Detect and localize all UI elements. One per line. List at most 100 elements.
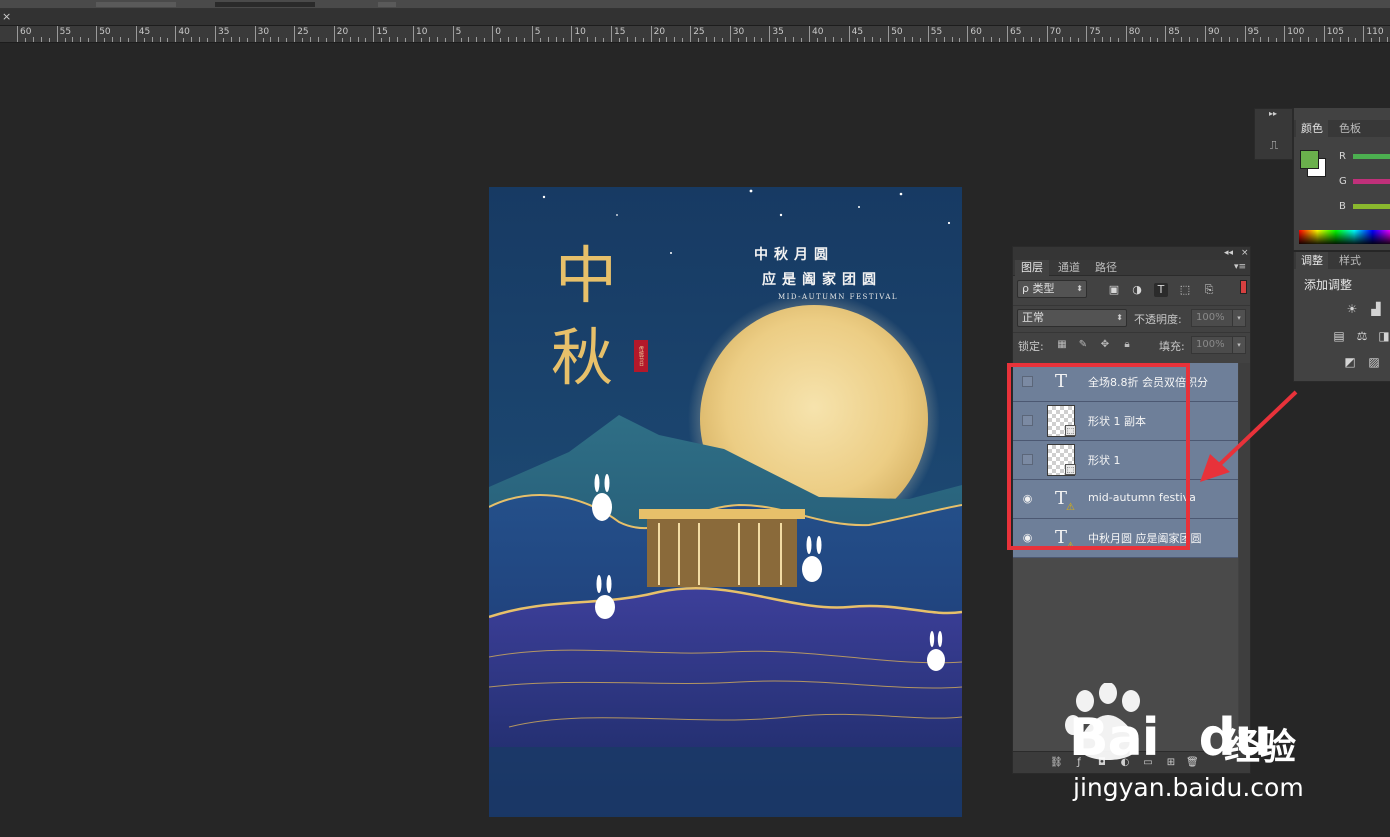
ruler-label: 70 [1049, 27, 1062, 37]
ruler-major-tick [96, 26, 98, 42]
ruler-minor-tick [737, 38, 739, 42]
chevron-down-icon[interactable]: ▾ [1232, 336, 1246, 354]
gradient-map-icon[interactable]: ▨ [1366, 355, 1382, 369]
ruler-minor-tick [801, 38, 803, 42]
options-field[interactable] [96, 2, 176, 7]
ruler-major-tick [1007, 26, 1008, 42]
adjustment-filter-icon[interactable]: ◑ [1130, 283, 1144, 297]
adjustments-panel: 调整 样式 添加调整 ☀ ▟ ▤ ⚖ ◨ ◩ ▨ [1293, 252, 1390, 382]
bw-icon[interactable]: ◨ [1376, 329, 1390, 343]
panel-menu-icon[interactable]: ▾≡ [1234, 262, 1246, 272]
ruler-major-tick [175, 26, 177, 42]
ruler-minor-tick [1094, 38, 1096, 42]
poster-title-line1: 中秋月圆 [754, 247, 834, 263]
ruler-minor-tick [880, 38, 882, 42]
ruler-minor-tick [230, 37, 232, 42]
poster-big-char-qiu: 秋 [551, 321, 614, 394]
ruler-label: 60 [20, 27, 32, 37]
tab-swatches[interactable]: 色板 [1334, 120, 1366, 137]
levels-icon[interactable]: ▟ [1368, 302, 1384, 316]
lock-transparent-icon[interactable]: ▦ [1056, 339, 1068, 351]
fill-field[interactable]: 100% ▾ [1191, 336, 1246, 354]
ruler-label: 90 [1208, 27, 1220, 37]
channel-r-label: R [1339, 151, 1346, 162]
ruler-label: 20 [336, 27, 349, 37]
close-document-icon[interactable]: × [2, 10, 14, 24]
lock-all-icon[interactable]: 🔒︎ [1121, 339, 1133, 351]
ruler-label: 25 [297, 27, 309, 37]
ruler-minor-tick [1236, 38, 1238, 42]
ruler-major-tick [769, 26, 771, 42]
link-layers-icon[interactable]: ⛓ [1050, 757, 1063, 769]
color-balance-icon[interactable]: ⚖ [1354, 329, 1370, 343]
chevron-updown-icon: ⬍ [1116, 313, 1123, 322]
options-button[interactable] [378, 2, 396, 7]
foreground-color-swatch[interactable] [1300, 150, 1319, 169]
type-filter-icon[interactable]: T [1154, 283, 1168, 297]
ruler-minor-tick [983, 37, 985, 42]
opacity-field[interactable]: 100% ▾ [1191, 309, 1246, 327]
ruler-label: 10 [416, 27, 428, 37]
ruler-minor-tick [824, 37, 826, 42]
ruler-major-tick [690, 26, 692, 42]
fill-value: 100% [1196, 339, 1225, 350]
history-panel-icon[interactable]: ⎍ [1263, 135, 1285, 155]
ruler-minor-tick [1228, 37, 1230, 42]
ruler-minor-tick [444, 38, 446, 42]
ruler-minor-tick [832, 37, 834, 42]
horizontal-ruler[interactable]: 60 55 50 45 40 35 30 25 20 15 10 5 0 5 10 15 20 25 30 35 40 4… [0, 26, 1390, 43]
ruler-minor-tick [1102, 37, 1104, 42]
close-panel-icon[interactable]: × [1241, 247, 1249, 259]
ruler-minor-tick [104, 38, 106, 42]
pixel-filter-icon[interactable]: ▣ [1107, 283, 1121, 297]
ruler-minor-tick [1347, 37, 1349, 42]
channel-r-slider[interactable] [1353, 154, 1390, 159]
ruler-minor-tick [238, 37, 240, 42]
expand-icon[interactable]: ▸▸ [1269, 109, 1277, 118]
ruler-label: 20 [653, 27, 666, 37]
tab-channels[interactable]: 通道 [1052, 260, 1086, 276]
chevron-down-icon[interactable]: ▾ [1232, 309, 1246, 327]
ruler-minor-tick [761, 38, 763, 42]
tab-adjustments[interactable]: 调整 [1296, 252, 1328, 269]
ruler-major-tick [571, 26, 573, 42]
ruler-minor-tick [777, 38, 779, 42]
ruler-minor-tick [64, 38, 66, 42]
channel-b-slider[interactable] [1353, 204, 1390, 209]
ruler-minor-tick [721, 38, 723, 42]
tab-styles[interactable]: 样式 [1334, 252, 1366, 269]
blend-mode-select[interactable]: 正常 ⬍ [1017, 309, 1127, 327]
color-spectrum[interactable] [1299, 230, 1390, 244]
lock-move-icon[interactable]: ✥ [1099, 339, 1111, 351]
brightness-icon[interactable]: ☀ [1344, 302, 1360, 316]
ruler-minor-tick [405, 38, 407, 42]
collapse-icon[interactable]: ◂◂ [1224, 247, 1233, 259]
document-tab-strip: × [0, 9, 1390, 26]
ruler-minor-tick [40, 37, 42, 42]
poster-big-char-zhong: 中 [555, 239, 618, 312]
lock-brush-icon[interactable]: ✎ [1077, 339, 1089, 351]
filter-toggle[interactable] [1240, 280, 1247, 294]
adjustments-title: 添加调整 [1304, 278, 1353, 292]
ruler-minor-tick [72, 37, 74, 42]
exposure-icon[interactable]: ▤ [1331, 329, 1347, 343]
ruler-label: 75 [1089, 27, 1101, 37]
ruler-minor-tick [991, 37, 993, 42]
invert-icon[interactable]: ◩ [1342, 355, 1358, 369]
ruler-minor-tick [1149, 37, 1151, 42]
shape-filter-icon[interactable]: ⬚ [1178, 283, 1192, 297]
document-canvas[interactable]: 中 秋 传统节日 中秋月圆 应是阖家团圆 MID-AUTUMN FESTIVAL [489, 187, 962, 817]
ruler-label: 50 [99, 27, 111, 37]
tab-paths[interactable]: 路径 [1089, 260, 1123, 276]
smart-object-filter-icon[interactable]: ⎘ [1202, 283, 1216, 297]
ruler-minor-tick [24, 38, 26, 42]
channel-g-slider[interactable] [1353, 179, 1390, 184]
options-field[interactable] [215, 2, 315, 7]
tab-layers[interactable]: 图层 [1015, 260, 1049, 276]
tab-color[interactable]: 颜色 [1296, 120, 1328, 137]
ruler-minor-tick [515, 37, 517, 42]
ruler-minor-tick [547, 37, 549, 42]
ruler-major-tick [1046, 26, 1048, 42]
filter-kind-select[interactable]: ρ 类型 ⬍ [1017, 280, 1087, 298]
adjustments-tabs: 调整 样式 [1294, 252, 1390, 269]
